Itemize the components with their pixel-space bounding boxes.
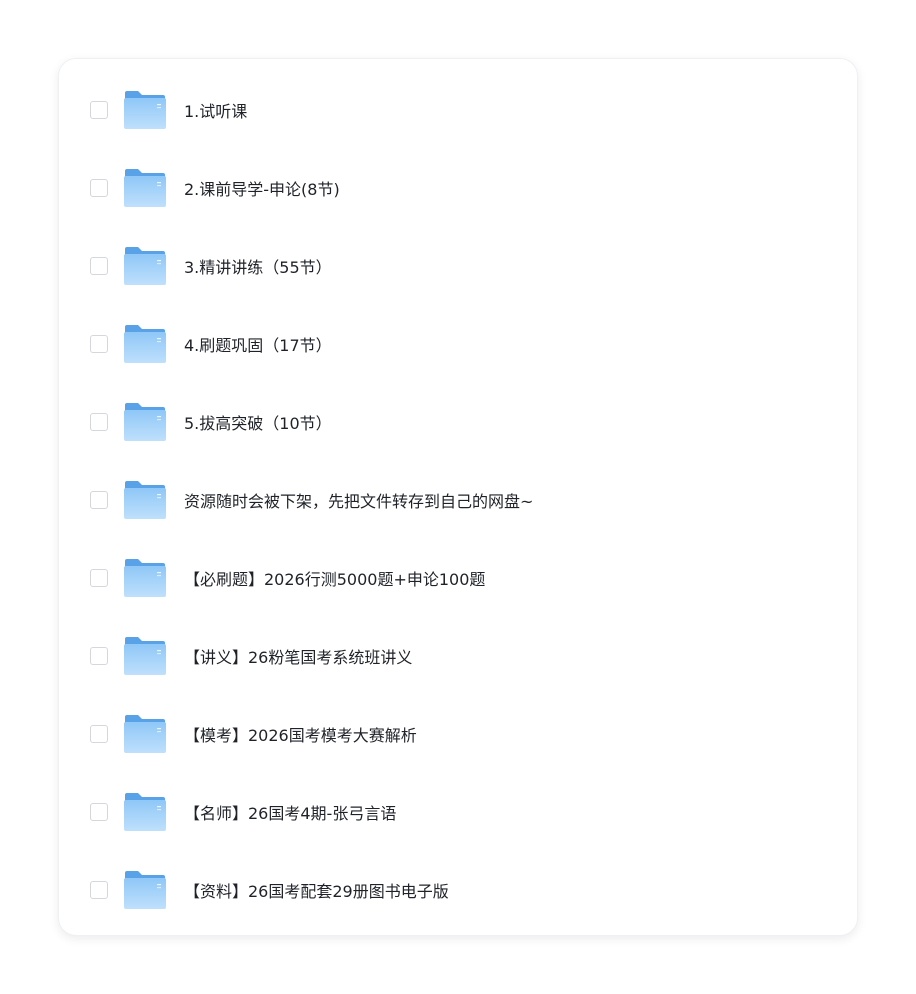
select-checkbox[interactable] [90,569,108,587]
file-list-panel: 1.试听课 2.课前导学-申论(8节) 3.精讲讲练（55节） 4.刷题巩固（1… [58,58,858,936]
select-checkbox[interactable] [90,413,108,431]
select-checkbox[interactable] [90,335,108,353]
folder-name[interactable]: 1.试听课 [184,98,247,122]
select-checkbox[interactable] [90,257,108,275]
folder-icon [123,402,167,442]
folder-name[interactable]: 4.刷题巩固（17节） [184,332,332,356]
folder-row-2[interactable]: 2.课前导学-申论(8节) [59,149,857,227]
select-checkbox[interactable] [90,101,108,119]
folder-list: 1.试听课 2.课前导学-申论(8节) 3.精讲讲练（55节） 4.刷题巩固（1… [59,71,857,929]
folder-row-6[interactable]: 资源随时会被下架，先把文件转存到自己的网盘~ [59,461,857,539]
folder-row-3[interactable]: 3.精讲讲练（55节） [59,227,857,305]
folder-name[interactable]: 【资料】26国考配套29册图书电子版 [184,878,449,902]
folder-icon [123,480,167,520]
folder-icon [123,324,167,364]
select-checkbox[interactable] [90,725,108,743]
folder-icon [123,168,167,208]
select-checkbox[interactable] [90,647,108,665]
folder-name[interactable]: 资源随时会被下架，先把文件转存到自己的网盘~ [184,488,533,512]
folder-row-4[interactable]: 4.刷题巩固（17节） [59,305,857,383]
select-checkbox[interactable] [90,491,108,509]
folder-row-8[interactable]: 【讲义】26粉笔国考系统班讲义 [59,617,857,695]
folder-name[interactable]: 【模考】2026国考模考大赛解析 [184,722,417,746]
folder-row-7[interactable]: 【必刷题】2026行测5000题+申论100题 [59,539,857,617]
folder-icon [123,90,167,130]
folder-icon [123,792,167,832]
folder-name[interactable]: 5.拔高突破（10节） [184,410,332,434]
folder-icon [123,870,167,910]
folder-icon [123,558,167,598]
select-checkbox[interactable] [90,179,108,197]
folder-icon [123,714,167,754]
folder-row-10[interactable]: 【名师】26国考4期-张弓言语 [59,773,857,851]
folder-name[interactable]: 【讲义】26粉笔国考系统班讲义 [184,644,412,668]
folder-icon [123,246,167,286]
folder-name[interactable]: 【名师】26国考4期-张弓言语 [184,800,396,824]
folder-name[interactable]: 2.课前导学-申论(8节) [184,176,340,200]
folder-row-9[interactable]: 【模考】2026国考模考大赛解析 [59,695,857,773]
select-checkbox[interactable] [90,803,108,821]
folder-icon [123,636,167,676]
select-checkbox[interactable] [90,881,108,899]
folder-name[interactable]: 3.精讲讲练（55节） [184,254,332,278]
folder-name[interactable]: 【必刷题】2026行测5000题+申论100题 [184,566,485,590]
folder-row-5[interactable]: 5.拔高突破（10节） [59,383,857,461]
folder-row-11[interactable]: 【资料】26国考配套29册图书电子版 [59,851,857,929]
folder-row-1[interactable]: 1.试听课 [59,71,857,149]
